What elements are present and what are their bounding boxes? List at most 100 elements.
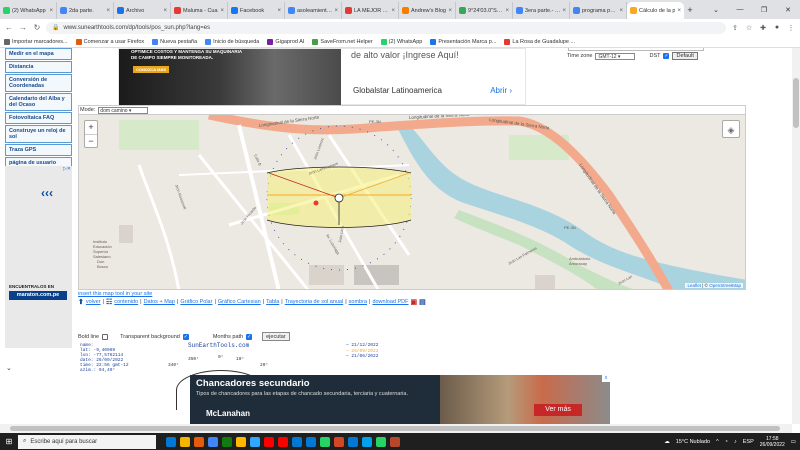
tool-link[interactable]: Tabla	[266, 299, 279, 305]
top-advertisement[interactable]: OPTIMICE COSTOS Y MANTENGA SU MAQUINARIA…	[118, 48, 526, 106]
location-marker[interactable]	[334, 193, 344, 203]
weather-icon[interactable]: ☁	[664, 439, 670, 445]
sidebar-item[interactable]: Conversión de Coordenadas	[5, 74, 72, 92]
tab-close-icon[interactable]: ×	[391, 8, 395, 14]
notifications-icon[interactable]: ▭	[791, 439, 796, 445]
taskbar-app-icon[interactable]	[362, 436, 372, 447]
tool-link[interactable]: Datos + Map	[144, 299, 175, 305]
browser-tab[interactable]: Facebook ×	[228, 2, 285, 19]
taskbar-search[interactable]: ⌕ Escribe aquí para buscar	[18, 434, 156, 449]
default-button[interactable]: Default	[672, 52, 698, 60]
months-path-checkbox[interactable]: ✓	[246, 333, 253, 340]
tool-link[interactable]: volver	[86, 299, 101, 305]
taskbar-app-icon[interactable]	[348, 436, 358, 447]
reload-icon[interactable]: ↻	[32, 23, 42, 32]
browser-tab[interactable]: Cálculo de la p ×	[627, 2, 684, 19]
taskbar-app-icon[interactable]	[292, 436, 302, 447]
bookmark-item[interactable]: Comenzar a usar Firefox	[75, 38, 144, 45]
browser-tab[interactable]: 2da parte. ×	[57, 2, 114, 19]
zoom-out-button[interactable]: −	[85, 134, 97, 147]
horizontal-scrollbar[interactable]	[0, 424, 792, 433]
network-icon[interactable]: ◔	[725, 439, 728, 445]
osm-link[interactable]: OpenStreetMap	[709, 283, 741, 288]
bookmark-item[interactable]: Presentación Marca p...	[430, 38, 496, 45]
tab-close-icon[interactable]: ×	[49, 8, 53, 14]
bold-line-checkbox[interactable]	[102, 333, 109, 340]
taskbar-app-icon[interactable]	[264, 436, 274, 447]
language-indicator[interactable]: ESP	[743, 439, 754, 445]
ad-cta-button[interactable]: Ver más	[534, 404, 582, 416]
tab-close-icon[interactable]: ×	[334, 8, 338, 14]
bookmark-item[interactable]: La Rosa de Guadalupe ...	[504, 38, 575, 45]
leaflet-link[interactable]: Leaflet	[687, 283, 701, 288]
sidebar-item[interactable]: Fotovoltaica FAQ	[5, 112, 72, 124]
taskbar-app-icon[interactable]	[376, 436, 386, 447]
taskbar-app-icon[interactable]	[250, 436, 260, 447]
vertical-scrollbar[interactable]	[792, 48, 800, 424]
layers-icon[interactable]: ◈	[722, 120, 740, 138]
taskbar-app-icon[interactable]	[236, 436, 246, 447]
timezone-select[interactable]: GMT-12 ▾	[595, 52, 636, 60]
tool-link[interactable]: contenido	[114, 299, 138, 305]
taskbar-app-icon[interactable]	[306, 436, 316, 447]
back-icon[interactable]: ←	[4, 23, 14, 32]
tool-link[interactable]: Trayectoria de sol anual	[285, 299, 344, 305]
bookmark-item[interactable]: Inicio de búsqueda	[205, 38, 259, 45]
transparent-checkbox[interactable]: ✓	[182, 333, 189, 340]
taskbar-app-icon[interactable]	[194, 436, 204, 447]
tab-close-icon[interactable]: ×	[220, 8, 224, 14]
print-icon[interactable]: ▤	[419, 298, 426, 306]
map-view[interactable]: Longitudinal de la Sierra Norte Longitudi…	[78, 114, 746, 290]
taskbar-app-icon[interactable]	[180, 436, 190, 447]
browser-tab[interactable]: Andrew's Blog ×	[399, 2, 456, 19]
tab-close-icon[interactable]: ×	[277, 8, 281, 14]
profile-icon[interactable]: ●	[772, 24, 782, 31]
tool-link[interactable]: Gráfico Cartesian	[218, 299, 261, 305]
tab-close-icon[interactable]: ×	[163, 8, 167, 14]
sidebar-item[interactable]: Medir en el mapa	[5, 48, 72, 60]
sidebar-item[interactable]: Construye un reloj de sol	[5, 125, 72, 143]
weather-text[interactable]: 15°C Nublado	[676, 439, 710, 445]
close-window-icon[interactable]: ✕	[776, 6, 800, 14]
tray-arrow-icon[interactable]: ^	[716, 439, 719, 445]
left-advertisement[interactable]: ▷✕ ‹‹‹ ENCUENTRALOS EN maraton.com.pe	[5, 166, 72, 348]
browser-tab[interactable]: Archivo ×	[114, 2, 171, 19]
clock[interactable]: 17:58 26/09/2022	[760, 436, 785, 448]
bookmark-star-icon[interactable]: ☆	[744, 24, 754, 32]
run-button[interactable]: ejecutar	[262, 332, 290, 341]
tab-close-icon[interactable]: ×	[562, 8, 566, 14]
pdf-icon[interactable]: ▣	[411, 298, 418, 306]
dst-checkbox[interactable]: ✓	[663, 53, 670, 59]
taskbar-app-icon[interactable]	[334, 436, 344, 447]
horizontal-scrollbar-thumb[interactable]	[10, 426, 780, 431]
new-tab-button[interactable]: +	[684, 5, 696, 15]
browser-tab[interactable]: 9°24'03.0"S 77° ×	[456, 2, 513, 19]
insert-map-link[interactable]: insert this map tool in your site	[78, 291, 152, 297]
tool-link[interactable]: download PDF	[372, 299, 408, 305]
taskbar-app-icon[interactable]	[208, 436, 218, 447]
tab-close-icon[interactable]: ×	[505, 8, 509, 14]
browser-tab[interactable]: LA MEJOR AP ×	[342, 2, 399, 19]
sidebar-item[interactable]: Distancia	[5, 61, 72, 73]
mode-select[interactable]: dom camino ▾	[98, 106, 149, 114]
taskbar-app-icon[interactable]	[278, 436, 288, 447]
vertical-scrollbar-thumb[interactable]	[793, 78, 799, 128]
bookmark-item[interactable]: Gigaprod AI	[267, 38, 304, 45]
tab-close-icon[interactable]: ×	[448, 8, 452, 14]
minimize-icon[interactable]: —	[728, 6, 752, 13]
share-icon[interactable]: ⇪	[730, 24, 740, 32]
taskbar-app-icon[interactable]	[390, 436, 400, 447]
ad-close-icon[interactable]: x	[602, 375, 610, 382]
sidebar-item[interactable]: Calendario del Alba y del Ocaso	[5, 93, 72, 111]
taskbar-app-icon[interactable]	[222, 436, 232, 447]
tab-search-icon[interactable]: ⌄	[704, 6, 728, 14]
browser-tab[interactable]: programa para ×	[570, 2, 627, 19]
tab-close-icon[interactable]: ×	[106, 8, 110, 14]
browser-tab[interactable]: 3era parte.- TER×	[513, 2, 570, 19]
browser-tab[interactable]: asoleamiento p ×	[285, 2, 342, 19]
bookmark-item[interactable]: Nueva pestaña	[152, 38, 197, 45]
bookmark-item[interactable]: SaveFrom.net Helper	[312, 38, 373, 45]
taskbar-app-icon[interactable]	[320, 436, 330, 447]
tool-link[interactable]: Gráfico Polar	[180, 299, 212, 305]
url-field[interactable]: 🔒 www.sunearthtools.com/dp/tools/pos_sun…	[46, 21, 726, 34]
